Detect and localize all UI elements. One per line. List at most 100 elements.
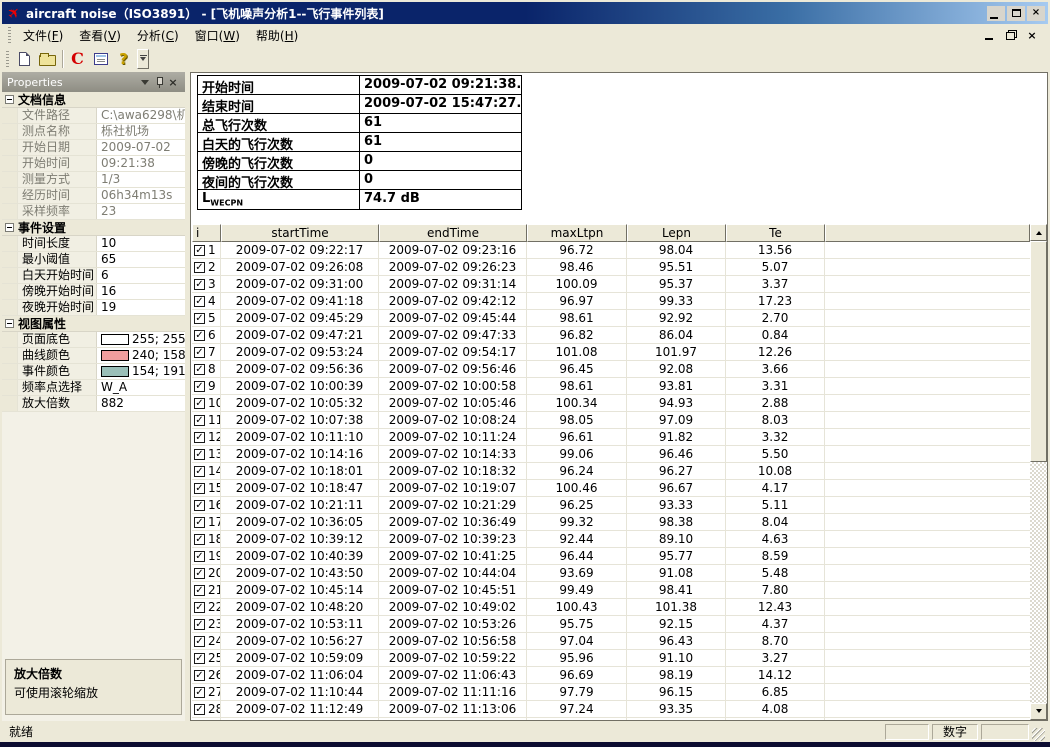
column-header-maxLtpn[interactable]: maxLtpn: [527, 224, 627, 242]
collapse-icon[interactable]: [5, 319, 14, 328]
table-row[interactable]: ✓222009-07-02 10:48:202009-07-02 10:49:0…: [192, 599, 1030, 616]
mdi-restore-button[interactable]: [1005, 30, 1017, 41]
table-row[interactable]: ✓142009-07-02 10:18:012009-07-02 10:18:3…: [192, 463, 1030, 480]
row-checkbox[interactable]: ✓: [194, 585, 205, 596]
mdi-minimize-button[interactable]: [984, 30, 996, 41]
panel-close-button[interactable]: ×: [166, 75, 180, 89]
scrollbar-down-button[interactable]: [1030, 703, 1047, 720]
menu-item-v[interactable]: 查看(V): [71, 25, 129, 46]
table-row[interactable]: ✓172009-07-02 10:36:052009-07-02 10:36:4…: [192, 514, 1030, 531]
minimize-button[interactable]: [987, 6, 1005, 21]
row-checkbox[interactable]: ✓: [194, 500, 205, 511]
row-checkbox[interactable]: ✓: [194, 466, 205, 477]
table-row[interactable]: ✓262009-07-02 11:06:042009-07-02 11:06:4…: [192, 667, 1030, 684]
table-row[interactable]: ✓242009-07-02 10:56:272009-07-02 10:56:5…: [192, 633, 1030, 650]
row-checkbox[interactable]: ✓: [194, 670, 205, 681]
properties-panel-header[interactable]: Properties ×: [2, 72, 185, 92]
row-checkbox[interactable]: ✓: [194, 415, 205, 426]
row-checkbox[interactable]: ✓: [194, 381, 205, 392]
table-row[interactable]: ✓182009-07-02 10:39:122009-07-02 10:39:2…: [192, 531, 1030, 548]
row-checkbox[interactable]: ✓: [194, 551, 205, 562]
row-checkbox[interactable]: ✓: [194, 534, 205, 545]
property-value[interactable]: 6: [97, 268, 185, 283]
close-button[interactable]: ×: [1027, 6, 1045, 21]
table-row[interactable]: ✓272009-07-02 11:10:442009-07-02 11:11:1…: [192, 684, 1030, 701]
color-swatch[interactable]: [101, 366, 129, 377]
toolbar-grip[interactable]: [6, 51, 9, 67]
row-checkbox[interactable]: ✓: [194, 279, 205, 290]
column-header-startTime[interactable]: startTime: [221, 224, 379, 242]
row-checkbox[interactable]: ✓: [194, 602, 205, 613]
panel-menu-button[interactable]: [138, 75, 152, 89]
panel-pin-button[interactable]: [152, 75, 166, 89]
vertical-scrollbar[interactable]: [1030, 224, 1047, 720]
maximize-button[interactable]: [1007, 6, 1025, 21]
section-header-view-props[interactable]: 视图属性: [2, 316, 185, 332]
menu-item-h[interactable]: 帮助(H): [248, 25, 306, 46]
collapse-icon[interactable]: [5, 223, 14, 232]
row-checkbox[interactable]: ✓: [194, 449, 205, 460]
property-value[interactable]: 09:21:38: [97, 156, 185, 171]
section-header-event-settings[interactable]: 事件设置: [2, 220, 185, 236]
table-row[interactable]: ✓162009-07-02 10:21:112009-07-02 10:21:2…: [192, 497, 1030, 514]
open-file-button[interactable]: [36, 48, 59, 70]
table-row[interactable]: ✓122009-07-02 10:11:102009-07-02 10:11:2…: [192, 429, 1030, 446]
row-checkbox[interactable]: ✓: [194, 398, 205, 409]
table-row[interactable]: ✓52009-07-02 09:45:292009-07-02 09:45:44…: [192, 310, 1030, 327]
row-checkbox[interactable]: ✓: [194, 432, 205, 443]
table-row[interactable]: ✓132009-07-02 10:14:162009-07-02 10:14:3…: [192, 446, 1030, 463]
row-checkbox[interactable]: ✓: [194, 619, 205, 630]
property-value[interactable]: W_A: [97, 380, 185, 395]
table-row[interactable]: ✓232009-07-02 10:53:112009-07-02 10:53:2…: [192, 616, 1030, 633]
row-checkbox[interactable]: ✓: [194, 636, 205, 647]
scrollbar-thumb[interactable]: [1030, 241, 1047, 462]
property-value[interactable]: 65: [97, 252, 185, 267]
resize-grip[interactable]: [1032, 728, 1045, 741]
column-header-Lepn[interactable]: Lepn: [627, 224, 726, 242]
table-row[interactable]: ✓202009-07-02 10:43:502009-07-02 10:44:0…: [192, 565, 1030, 582]
row-checkbox[interactable]: ✓: [194, 517, 205, 528]
table-row[interactable]: ✓22009-07-02 09:26:082009-07-02 09:26:23…: [192, 259, 1030, 276]
row-checkbox[interactable]: ✓: [194, 568, 205, 579]
row-checkbox[interactable]: ✓: [194, 687, 205, 698]
row-checkbox[interactable]: ✓: [194, 483, 205, 494]
property-value[interactable]: 2009-07-02: [97, 140, 185, 155]
scrollbar-up-button[interactable]: [1030, 224, 1047, 241]
row-checkbox[interactable]: ✓: [194, 296, 205, 307]
properties-button[interactable]: [89, 48, 112, 70]
table-row[interactable]: ✓32009-07-02 09:31:002009-07-02 09:31:14…: [192, 276, 1030, 293]
menu-item-c[interactable]: 分析(C): [129, 25, 187, 46]
property-value[interactable]: 23: [97, 204, 185, 219]
menu-item-f[interactable]: 文件(F): [15, 25, 71, 46]
toolbar-overflow-button[interactable]: [137, 49, 149, 69]
row-checkbox[interactable]: ✓: [194, 347, 205, 358]
row-checkbox[interactable]: ✓: [194, 330, 205, 341]
menu-item-w[interactable]: 窗口(W): [187, 25, 248, 46]
property-value[interactable]: 19: [97, 300, 185, 315]
new-document-button[interactable]: [13, 48, 36, 70]
property-value[interactable]: 882: [97, 396, 185, 411]
table-row[interactable]: ✓12009-07-02 09:22:172009-07-02 09:23:16…: [192, 242, 1030, 259]
column-header-i[interactable]: i: [192, 224, 221, 242]
color-swatch[interactable]: [101, 350, 129, 361]
column-header-Te[interactable]: Te: [726, 224, 825, 242]
property-value[interactable]: 255; 255; 25: [97, 332, 185, 347]
row-checkbox[interactable]: ✓: [194, 262, 205, 273]
property-value[interactable]: 栎社机场: [97, 124, 185, 139]
table-row[interactable]: ✓82009-07-02 09:56:362009-07-02 09:56:46…: [192, 361, 1030, 378]
table-row[interactable]: ✓62009-07-02 09:47:212009-07-02 09:47:33…: [192, 327, 1030, 344]
row-checkbox[interactable]: ✓: [194, 245, 205, 256]
row-checkbox[interactable]: ✓: [194, 704, 205, 715]
property-value[interactable]: 10: [97, 236, 185, 251]
table-row[interactable]: ✓92009-07-02 10:00:392009-07-02 10:00:58…: [192, 378, 1030, 395]
property-value[interactable]: 16: [97, 284, 185, 299]
property-value[interactable]: 154; 191; 18: [97, 364, 185, 379]
table-row[interactable]: ✓192009-07-02 10:40:392009-07-02 10:41:2…: [192, 548, 1030, 565]
row-checkbox[interactable]: ✓: [194, 364, 205, 375]
table-row[interactable]: ✓252009-07-02 10:59:092009-07-02 10:59:2…: [192, 650, 1030, 667]
color-swatch[interactable]: [101, 334, 129, 345]
table-row[interactable]: ✓212009-07-02 10:45:142009-07-02 10:45:5…: [192, 582, 1030, 599]
menubar-grip[interactable]: [8, 27, 11, 43]
property-value[interactable]: C:\awa6298\机场: [97, 108, 185, 123]
property-value[interactable]: 1/3: [97, 172, 185, 187]
